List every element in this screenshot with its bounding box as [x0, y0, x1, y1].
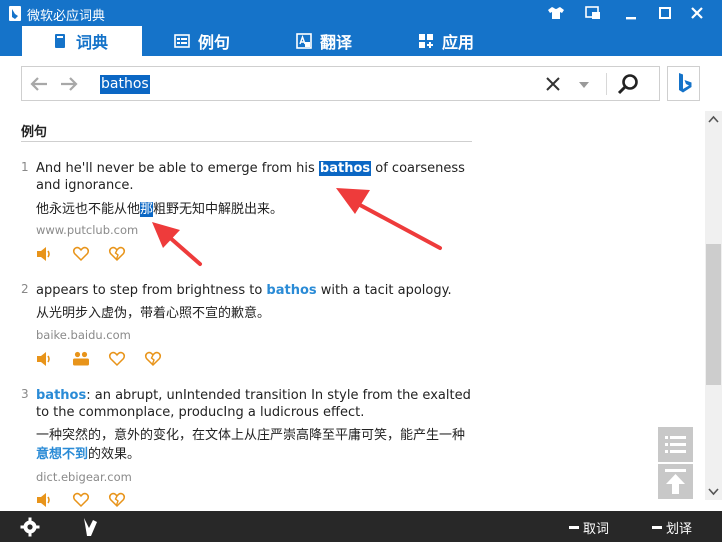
- text-segment: 他永远也不能从他: [36, 202, 141, 217]
- tab-label: 翻译: [320, 33, 353, 52]
- example-english[interactable]: bathos: an abrupt, unIntended transition…: [36, 387, 476, 421]
- maximize-icon[interactable]: [648, 0, 682, 26]
- example-english[interactable]: And he'll never be able to emerge from h…: [36, 160, 476, 194]
- text-segment: 一种突然的，意外的变化，在文体上从庄严崇高降至平庸可笑，能产生一种: [36, 428, 466, 443]
- keyword-highlight: 意想不到: [36, 447, 89, 462]
- bing-icon: [679, 73, 692, 93]
- text-segment: 的效果。: [88, 447, 141, 462]
- bing-button[interactable]: [667, 66, 700, 101]
- tab-translate[interactable]: 翻译: [296, 26, 352, 56]
- text-segment: with a tacit apology.: [316, 283, 452, 298]
- select-translate-button[interactable]: 划译: [652, 518, 692, 537]
- mini-mode-icon[interactable]: [576, 0, 610, 26]
- back-arrow-icon[interactable]: [28, 74, 50, 94]
- search-icon[interactable]: [615, 72, 641, 98]
- broken-heart-icon[interactable]: [108, 491, 126, 509]
- back-to-top-button[interactable]: [658, 464, 693, 499]
- example-item: 2 appears to step from brightness to bat…: [21, 282, 481, 372]
- tab-label: 例句: [198, 33, 231, 52]
- arrow-up-icon: [665, 469, 686, 494]
- example-source[interactable]: baike.baidu.com: [36, 328, 131, 342]
- outline-list-button[interactable]: [658, 427, 693, 462]
- tab-dictionary[interactable]: 词典: [22, 26, 142, 56]
- broken-heart-icon[interactable]: [108, 245, 126, 263]
- example-source[interactable]: www.putclub.com: [36, 223, 138, 237]
- text-segment: appears to step from brightness to: [36, 283, 267, 298]
- vertical-scrollbar[interactable]: [705, 111, 722, 500]
- bottom-label: 取词: [583, 522, 610, 537]
- book-icon: [55, 34, 65, 48]
- bottom-label: 划译: [666, 522, 693, 537]
- list-icon: [665, 436, 686, 453]
- list-icon: [174, 34, 190, 48]
- bing-dict-logo-icon: [9, 6, 21, 21]
- forward-arrow-icon[interactable]: [58, 74, 80, 94]
- title-bar: 微软必应词典: [0, 0, 722, 26]
- tab-label: 词典: [76, 33, 109, 52]
- example-chinese[interactable]: 一种突然的，意外的变化，在文体上从庄严崇高降至平庸可笑，能产生一种 意想不到的效果…: [36, 426, 476, 464]
- heart-icon[interactable]: [72, 245, 90, 263]
- text-segment: 粗野无知中解脱出来。: [153, 202, 284, 217]
- selected-character: 那: [140, 202, 154, 217]
- speaker-icon[interactable]: [36, 491, 54, 509]
- example-source[interactable]: dict.ebigear.com: [36, 470, 132, 484]
- dash-icon: [652, 526, 662, 529]
- theme-shirt-icon[interactable]: [539, 0, 573, 26]
- search-input[interactable]: bathos: [100, 75, 150, 94]
- section-title: 例句: [21, 125, 48, 140]
- example-number: 3: [21, 387, 29, 401]
- speaker-icon[interactable]: [36, 245, 54, 263]
- close-icon[interactable]: [680, 0, 714, 26]
- keyword-highlight: bathos: [266, 283, 317, 298]
- microphone-pen-icon[interactable]: [80, 516, 100, 538]
- keyword-highlight: bathos: [318, 161, 372, 176]
- apps-icon: [419, 34, 433, 48]
- tab-label: 应用: [442, 33, 475, 52]
- example-number: 2: [21, 282, 29, 296]
- search-box[interactable]: bathos: [21, 66, 660, 101]
- history-dropdown-icon[interactable]: [574, 74, 594, 94]
- section-divider: [21, 141, 472, 142]
- example-english[interactable]: appears to step from brightness to batho…: [36, 282, 476, 299]
- scroll-down-icon[interactable]: [705, 483, 722, 500]
- example-item: 3 bathos: an abrupt, unIntended transiti…: [21, 387, 481, 511]
- example-item: 1 And he'll never be able to emerge from…: [21, 160, 481, 270]
- app-title: 微软必应词典: [27, 9, 106, 24]
- heart-icon[interactable]: [108, 350, 126, 368]
- scrollbar-thumb[interactable]: [706, 244, 721, 385]
- tab-examples[interactable]: 例句: [174, 26, 230, 56]
- clear-icon[interactable]: [543, 74, 563, 94]
- tab-apps[interactable]: 应用: [418, 26, 474, 56]
- broken-heart-icon[interactable]: [144, 350, 162, 368]
- text-segment: And he'll never be able to emerge from h…: [36, 161, 319, 176]
- cancel-capture-button[interactable]: 取词: [569, 518, 609, 537]
- minimize-icon[interactable]: [614, 0, 648, 26]
- example-chinese[interactable]: 他永远也不能从他那粗野无知中解脱出来。: [36, 200, 283, 219]
- speaker-icon[interactable]: [36, 350, 54, 368]
- scroll-up-icon[interactable]: [705, 111, 722, 128]
- translate-icon: [296, 33, 312, 49]
- bottom-bar: 取词 划译: [0, 511, 722, 542]
- heart-icon[interactable]: [72, 491, 90, 509]
- people-icon[interactable]: [72, 350, 90, 368]
- divider: [606, 73, 607, 95]
- example-chinese[interactable]: 从光明步入虚伪，带着心照不宣的歉意。: [36, 304, 270, 323]
- example-number: 1: [21, 160, 29, 174]
- keyword-highlight: bathos: [36, 388, 87, 403]
- settings-gear-icon[interactable]: [20, 517, 40, 537]
- text-segment: : an abrupt, unIntended transition In st…: [36, 388, 471, 420]
- dash-icon: [569, 526, 579, 529]
- tab-bar: 词典 例句 翻译 应用: [0, 26, 722, 56]
